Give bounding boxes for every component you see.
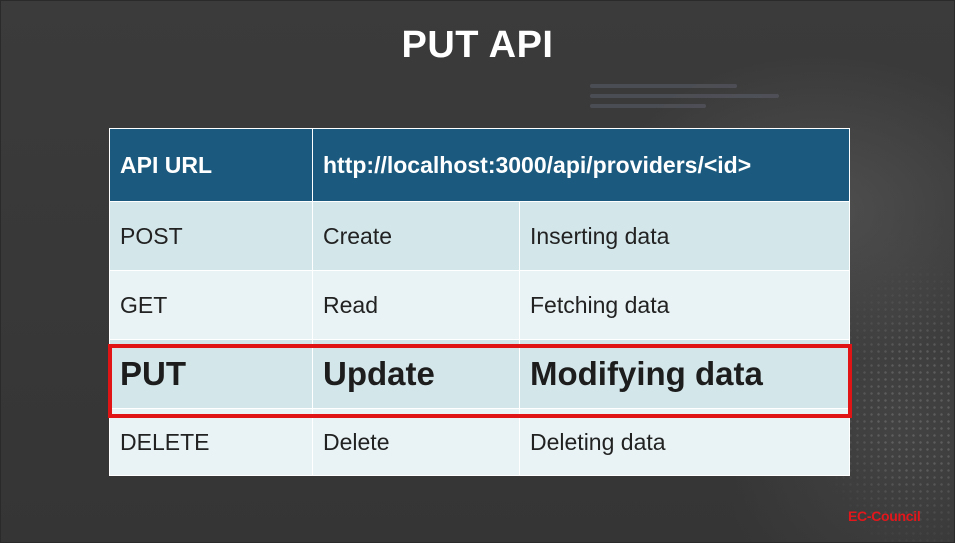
slide-title: PUT API [401, 24, 554, 66]
method-cell: PUT [109, 339, 313, 409]
table-row: GET Read Fetching data [109, 270, 851, 340]
table-row: POST Create Inserting data [109, 201, 851, 271]
http-methods-table: API URL http://localhost:3000/api/provid… [109, 128, 851, 476]
operation-cell: Delete [312, 408, 520, 476]
table-header-row: API URL http://localhost:3000/api/provid… [109, 128, 851, 202]
operation-cell: Update [312, 339, 520, 409]
method-cell: DELETE [109, 408, 313, 476]
operation-cell: Create [312, 201, 520, 271]
method-cell: GET [109, 270, 313, 340]
method-cell: POST [109, 201, 313, 271]
table-row: DELETE Delete Deleting data [109, 408, 851, 476]
header-api-url-value: http://localhost:3000/api/providers/<id> [311, 128, 851, 202]
table-row-highlighted: PUT Update Modifying data [109, 339, 851, 409]
header-api-url-label: API URL [109, 128, 313, 202]
description-cell: Inserting data [518, 201, 851, 271]
description-cell: Modifying data [518, 339, 851, 409]
description-cell: Fetching data [518, 270, 851, 340]
description-cell: Deleting data [518, 408, 851, 476]
brand-logo-text: EC-Council [848, 508, 921, 524]
operation-cell: Read [312, 270, 520, 340]
